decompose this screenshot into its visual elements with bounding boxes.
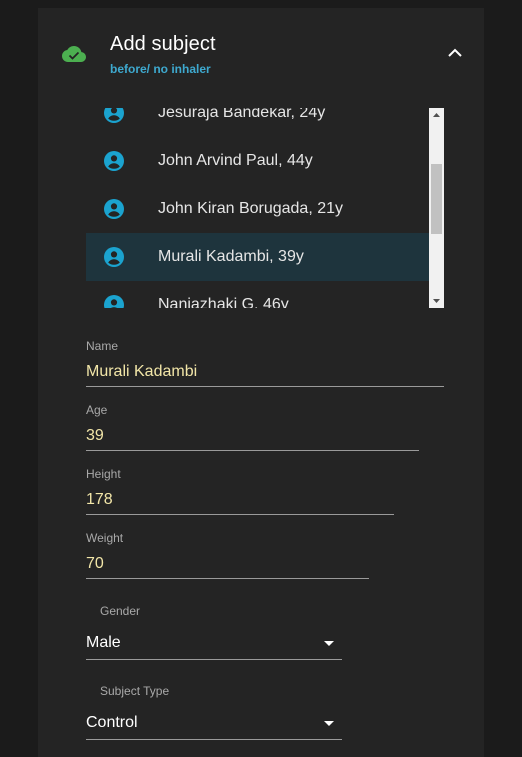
age-underline bbox=[86, 450, 419, 451]
subject-type-value[interactable]: Control bbox=[86, 714, 138, 732]
subject-list-item[interactable]: John Kiran Borugada, 21y bbox=[86, 185, 429, 233]
list-scrollbar[interactable] bbox=[429, 108, 444, 308]
subject-list-item[interactable]: Jesuraja Bandekar, 24y bbox=[86, 108, 429, 137]
dropdown-caret-icon[interactable] bbox=[324, 641, 334, 646]
account-circle-icon bbox=[104, 199, 124, 219]
gender-underline bbox=[86, 659, 342, 660]
cloud-check-icon bbox=[62, 46, 86, 62]
name-input[interactable]: Murali Kadambi bbox=[86, 363, 197, 381]
name-underline bbox=[86, 386, 444, 387]
gender-value[interactable]: Male bbox=[86, 634, 121, 652]
age-label: Age bbox=[86, 403, 108, 417]
subject-list-item[interactable]: Murali Kadambi, 39y bbox=[86, 233, 429, 281]
name-label: Name bbox=[86, 339, 119, 353]
scroll-down-arrow-icon[interactable] bbox=[429, 294, 444, 308]
account-circle-icon bbox=[104, 151, 124, 171]
dropdown-caret-icon[interactable] bbox=[324, 721, 334, 726]
subject-name: Nanjazhaki G, 46y bbox=[158, 296, 289, 308]
subject-type-label: Subject Type bbox=[100, 684, 170, 698]
weight-underline bbox=[86, 578, 369, 579]
height-underline bbox=[86, 514, 394, 515]
weight-label: Weight bbox=[86, 531, 124, 545]
subject-name: John Arvind Paul, 44y bbox=[158, 152, 313, 169]
panel-header[interactable]: Add subject before/ no inhaler bbox=[38, 8, 484, 98]
age-input[interactable]: 39 bbox=[86, 427, 104, 445]
scroll-up-arrow-icon[interactable] bbox=[429, 108, 444, 122]
subject-list[interactable]: Jesuraja Bandekar, 24y John Arvind Paul, … bbox=[86, 108, 444, 308]
subject-name: John Kiran Borugada, 21y bbox=[158, 200, 344, 217]
chevron-up-icon[interactable] bbox=[447, 46, 463, 58]
weight-input[interactable]: 70 bbox=[86, 555, 104, 573]
subject-list-item[interactable]: Nanjazhaki G, 46y bbox=[86, 281, 429, 308]
panel-title: Add subject bbox=[110, 33, 216, 55]
subject-name: Murali Kadambi, 39y bbox=[158, 248, 304, 265]
panel-subtitle: before/ no inhaler bbox=[110, 62, 211, 76]
scrollbar-thumb[interactable] bbox=[431, 164, 442, 234]
height-label: Height bbox=[86, 467, 121, 481]
account-circle-icon bbox=[104, 108, 124, 123]
subject-type-underline bbox=[86, 739, 342, 740]
subject-list-item[interactable]: John Arvind Paul, 44y bbox=[86, 137, 429, 185]
gender-label: Gender bbox=[100, 604, 141, 618]
add-subject-panel: Add subject before/ no inhaler Jesuraja … bbox=[38, 8, 484, 757]
account-circle-icon bbox=[104, 295, 124, 308]
account-circle-icon bbox=[104, 247, 124, 267]
height-input[interactable]: 178 bbox=[86, 491, 113, 509]
subject-name: Jesuraja Bandekar, 24y bbox=[158, 108, 326, 121]
